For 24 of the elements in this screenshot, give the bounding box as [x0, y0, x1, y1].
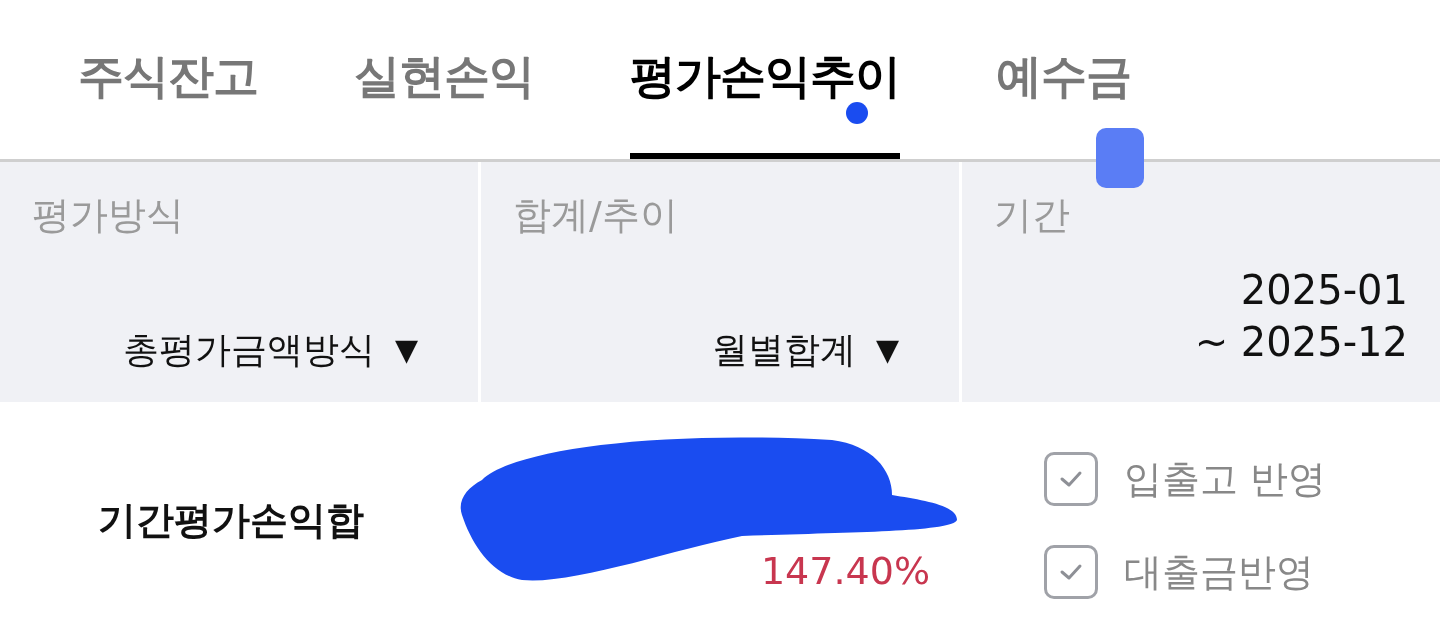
filter-label: 합계/추이: [513, 196, 679, 234]
tab[interactable]: 주식잔고: [78, 0, 258, 159]
check-icon: [1059, 470, 1083, 488]
checkbox-label: 입출고 반영: [1124, 455, 1327, 503]
rate-text: 147.40%: [760, 551, 930, 590]
filter-value: 월별합계: [711, 332, 856, 368]
tab[interactable]: 예수금: [996, 0, 1131, 159]
dropdown-arrow: ▼: [394, 335, 418, 365]
dropdown-arrow: ▼: [875, 335, 899, 365]
tab[interactable]: 실현손익: [354, 0, 534, 159]
check-icon: [1059, 563, 1083, 581]
checkbox-label: 대출금반영: [1124, 548, 1314, 596]
filter-panel[interactable]: 평가방식 총평가금액방식 ▼: [0, 162, 478, 402]
date-range-text: ~ 2025-12: [1194, 318, 1408, 367]
filter-label: 기간: [994, 196, 1071, 234]
date-range-text: 2025-01: [1240, 266, 1408, 315]
filter-panel[interactable]: 기간 2025-01 ~ 2025-12: [962, 162, 1440, 402]
filter-panel[interactable]: 합계/추이 월별합계 ▼: [481, 162, 959, 402]
checkbox[interactable]: [1044, 545, 1098, 599]
filter-value: 총평가금액방식: [122, 332, 375, 368]
summary-label: 기간평가손익합: [98, 497, 364, 544]
filter-label: 평가방식: [32, 196, 185, 234]
checkbox[interactable]: [1044, 452, 1098, 506]
scroll-handle[interactable]: [1096, 128, 1144, 188]
